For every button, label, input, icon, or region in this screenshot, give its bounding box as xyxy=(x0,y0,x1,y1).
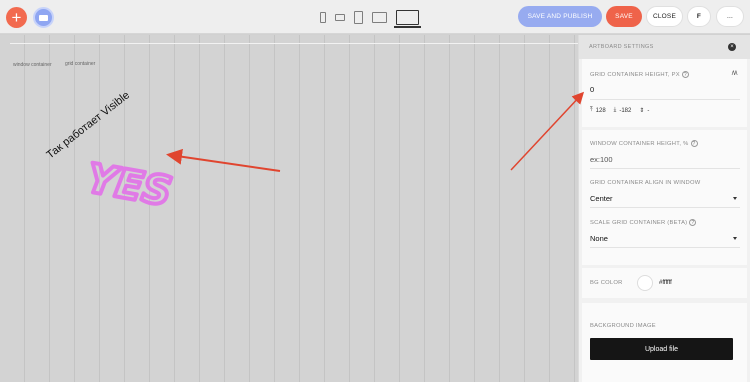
window-settings-card: WINDOW CONTAINER HEIGHT, %? ex:100 GRID … xyxy=(582,130,747,265)
scale-label: SCALE GRID CONTAINER (BETA)? xyxy=(590,219,697,227)
help-icon[interactable]: ? xyxy=(690,140,698,147)
height-metrics: ⤒ 128 ⤓ -182 ⇕ - xyxy=(590,107,652,114)
layers-icon xyxy=(39,14,48,21)
help-icon[interactable]: ? xyxy=(689,219,697,226)
chevron-down-icon[interactable] xyxy=(733,197,737,200)
close-button[interactable]: CLOSE xyxy=(646,6,683,27)
phone-icon[interactable] xyxy=(320,11,326,23)
input-underline xyxy=(590,247,740,248)
grid-height-card: GRID CONTAINER HEIGHT, PX? /\/\ 0 ⤒ 128 ⤓… xyxy=(582,59,747,127)
align-top-icon[interactable]: ⤒ xyxy=(590,107,593,114)
artboard-settings-panel: ARTBOARD SETTINGS × GRID CONTAINER HEIGH… xyxy=(578,35,750,382)
panel-title: ARTBOARD SETTINGS xyxy=(589,44,654,50)
bg-color-value[interactable]: #ffffff xyxy=(659,280,672,286)
bg-image-label: BACKGROUND IMAGE xyxy=(590,323,656,329)
download-icon[interactable]: ⤓ xyxy=(614,107,617,114)
metric-bottom: -182 xyxy=(619,107,632,114)
font-button[interactable]: f xyxy=(687,6,711,27)
artboard-canvas[interactable]: window container grid container Так рабо… xyxy=(0,35,578,382)
chevron-down-icon[interactable] xyxy=(733,237,737,240)
top-toolbar: + SAVE AND PUBLISH SAVE CLOSE f ... xyxy=(0,0,750,34)
auto-height-icon[interactable]: /\/\ xyxy=(732,70,738,77)
tablet-icon[interactable] xyxy=(354,10,363,24)
close-icon[interactable]: × xyxy=(728,43,736,51)
metric-middle: - xyxy=(647,107,650,114)
panel-header: ARTBOARD SETTINGS × xyxy=(579,35,750,59)
help-icon[interactable]: ? xyxy=(681,71,689,78)
scale-select[interactable]: None xyxy=(590,234,608,243)
phone-landscape-icon[interactable] xyxy=(335,13,345,21)
bg-image-card: BACKGROUND IMAGE Upload file xyxy=(582,303,747,382)
yes-neon-text[interactable]: YES xyxy=(81,154,177,218)
color-swatch[interactable] xyxy=(637,275,653,291)
metric-top: 128 xyxy=(595,107,606,114)
desktop-icon[interactable] xyxy=(394,9,421,28)
window-height-input[interactable]: ex:100 xyxy=(590,155,613,164)
align-label: GRID CONTAINER ALIGN IN WINDOW xyxy=(590,180,701,186)
grid-height-input[interactable]: 0 xyxy=(590,85,594,94)
input-underline xyxy=(590,168,740,169)
add-element-button[interactable]: + xyxy=(6,7,27,28)
device-switcher xyxy=(320,8,428,28)
more-button[interactable]: ... xyxy=(716,6,744,27)
align-middle-icon[interactable]: ⇕ xyxy=(639,107,644,114)
input-underline xyxy=(590,207,740,208)
bg-color-card: BG COLOR #ffffff xyxy=(582,268,747,298)
input-underline xyxy=(590,99,740,100)
bg-color-label: BG COLOR xyxy=(590,280,623,286)
plus-icon: + xyxy=(11,8,22,27)
rotated-caption[interactable]: Так работает Visible xyxy=(44,89,132,161)
align-select[interactable]: Center xyxy=(590,194,613,203)
layers-button[interactable] xyxy=(33,7,54,28)
tablet-landscape-icon[interactable] xyxy=(372,11,387,23)
upload-file-button[interactable]: Upload file xyxy=(590,338,733,360)
window-height-label: WINDOW CONTAINER HEIGHT, %? xyxy=(590,140,698,148)
save-and-publish-button[interactable]: SAVE AND PUBLISH xyxy=(518,6,602,27)
grid-height-label: GRID CONTAINER HEIGHT, PX? xyxy=(590,71,689,79)
save-button[interactable]: SAVE xyxy=(606,6,642,27)
